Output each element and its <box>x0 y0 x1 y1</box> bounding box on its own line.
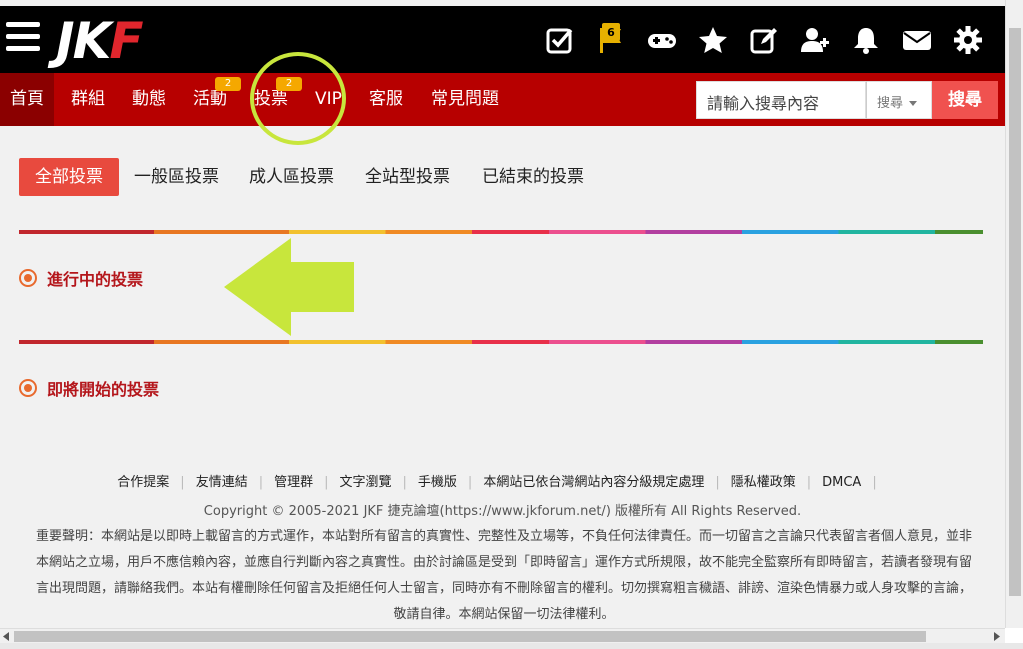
section-title-ongoing: 進行中的投票 <box>47 270 144 289</box>
annotation-circle <box>250 52 346 145</box>
checkbox-icon[interactable] <box>534 20 585 60</box>
disclaimer-line: 敬請自律。本網站保留一切法律權利。 <box>393 607 615 622</box>
flag-badge: 6 <box>602 23 620 41</box>
annotation-arrow-icon <box>224 238 354 336</box>
horizontal-scroll-thumb[interactable] <box>14 631 926 642</box>
footer-links: 合作提案 | 友情連結 | 管理群 | 文字瀏覽 | 手機版 | 本網站已依台灣網站內容分級規定處理… <box>117 475 877 490</box>
section-ongoing: 進行中的投票 <box>19 266 143 290</box>
search-type-select[interactable]: 搜尋 <box>866 81 932 119</box>
mail-icon[interactable] <box>891 20 942 60</box>
add-user-icon[interactable] <box>789 20 840 60</box>
top-bar: JK F 6 <box>0 6 1005 73</box>
section-upcoming: 即將開始的投票 <box>19 376 159 400</box>
edit-icon[interactable] <box>738 20 789 60</box>
nav-events-badge: 2 <box>215 77 241 91</box>
horizontal-scrollbar[interactable] <box>0 628 1005 643</box>
scroll-right-arrow-icon[interactable] <box>994 632 1002 641</box>
footer-link[interactable]: 本網站已依台灣網站內容分級規定處理 <box>483 475 704 490</box>
nav-service[interactable]: 客服 <box>369 73 403 126</box>
disclaimer-line: 本網站之立場，用戶不應信賴內容，並應自行判斷內容之真實性。由於討論區是受到「即時… <box>35 555 972 570</box>
vertical-scroll-thumb[interactable] <box>1009 28 1021 596</box>
tab-general-votes[interactable]: 一般區投票 <box>134 158 219 196</box>
nav-feed[interactable]: 動態 <box>132 73 166 126</box>
user-circle-icon <box>19 269 37 287</box>
footer-link[interactable]: 管理群 <box>274 475 313 490</box>
nav-faq[interactable]: 常見問題 <box>431 73 499 126</box>
tab-adult-votes[interactable]: 成人區投票 <box>249 158 334 196</box>
copyright-text: Copyright © 2005-2021 JKF 捷克論壇(https://w… <box>203 504 802 519</box>
bell-icon[interactable] <box>840 20 891 60</box>
top-icon-bar: 6 <box>534 20 993 60</box>
footer-link[interactable]: DMCA <box>822 475 861 490</box>
chevron-down-icon <box>909 101 918 106</box>
tab-all-votes[interactable]: 全部投票 <box>19 158 119 196</box>
tab-site-votes[interactable]: 全站型投票 <box>365 158 450 196</box>
footer-link[interactable]: 合作提案 <box>117 475 169 490</box>
window-bottom-edge <box>0 643 1023 649</box>
search-type-value: 搜尋 <box>877 96 904 111</box>
section-title-upcoming: 即將開始的投票 <box>47 380 160 399</box>
footer-link[interactable]: 隱私權政策 <box>731 475 796 490</box>
site-logo[interactable]: JK F <box>56 12 144 70</box>
flag-icon[interactable]: 6 <box>585 20 636 60</box>
footer-link[interactable]: 友情連結 <box>196 475 248 490</box>
disclaimer-text: 重要聲明：本網站是以即時上載留言的方式運作，本站對所有留言的真實性、完整性及立場… <box>0 524 1005 628</box>
page: JK F 6 首頁 群組 動態 活動 2 投票 2 VIP 客服 常見問題 請輸… <box>0 0 1005 628</box>
section-divider <box>19 340 983 344</box>
tab-ended-votes[interactable]: 已結束的投票 <box>482 158 584 196</box>
hamburger-menu-icon[interactable] <box>6 22 40 52</box>
section-divider <box>19 230 983 234</box>
vertical-scrollbar[interactable] <box>1005 0 1023 628</box>
nav-groups[interactable]: 群組 <box>71 73 105 126</box>
footer-link[interactable]: 手機版 <box>418 475 457 490</box>
search-button[interactable]: 搜尋 <box>932 81 998 119</box>
gear-icon[interactable] <box>942 20 993 60</box>
user-circle-icon <box>19 379 37 397</box>
gamepad-icon[interactable] <box>636 20 687 60</box>
disclaimer-line: 言出現問題，請聯絡我們。本站有權刪除任何留言及拒絕任何人士留言，同時亦有不刪除留… <box>35 581 972 596</box>
nav-home[interactable]: 首頁 <box>0 73 54 126</box>
search-input[interactable]: 請輸入搜尋內容 <box>696 81 866 119</box>
scroll-left-arrow-icon[interactable] <box>3 632 11 641</box>
footer-link[interactable]: 文字瀏覽 <box>340 475 392 490</box>
logo-text-f: F <box>109 12 143 70</box>
disclaimer-line: 重要聲明：本網站是以即時上載留言的方式運作，本站對所有留言的真實性、完整性及立場… <box>35 529 972 544</box>
logo-text-jk: JK <box>56 12 111 70</box>
star-icon[interactable] <box>687 20 738 60</box>
